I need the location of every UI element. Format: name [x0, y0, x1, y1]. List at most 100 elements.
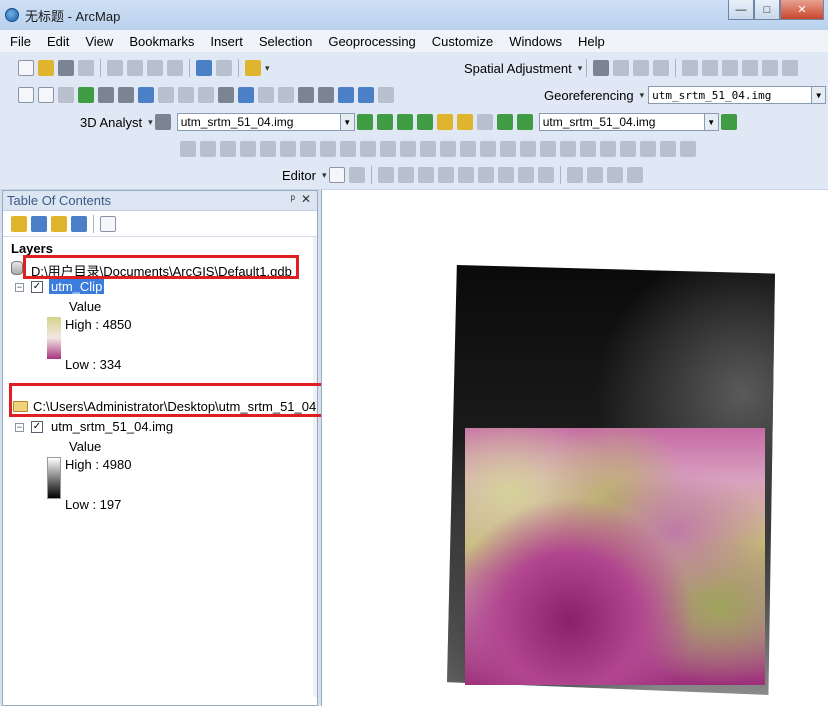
- forward-arrow-icon[interactable]: [158, 87, 174, 103]
- topology-icon[interactable]: [180, 141, 196, 157]
- print-icon[interactable]: [78, 60, 94, 76]
- modify-link-icon[interactable]: [633, 60, 650, 76]
- cut-icon[interactable]: [107, 60, 123, 76]
- chevron-down-icon[interactable]: ▾: [322, 170, 327, 181]
- menu-view[interactable]: View: [85, 34, 113, 49]
- create-features-icon[interactable]: [606, 167, 623, 183]
- redo-icon[interactable]: [216, 60, 232, 76]
- edge-match-icon[interactable]: [762, 60, 779, 76]
- validate-icon[interactable]: [300, 141, 316, 157]
- measure-icon[interactable]: [298, 87, 314, 103]
- reshape-feature-icon[interactable]: [477, 167, 494, 183]
- spatial-adjustment-menu[interactable]: Spatial Adjustment: [464, 61, 572, 76]
- error-inspector-icon[interactable]: [320, 141, 336, 157]
- smooth-icon[interactable]: [500, 141, 516, 157]
- trim-icon[interactable]: [560, 141, 576, 157]
- 3d-analyst-layer-select[interactable]: utm_srtm_51_04.img ▼: [176, 113, 355, 131]
- cut-polygons-icon[interactable]: [497, 167, 514, 183]
- arcglobe-icon[interactable]: [496, 114, 513, 130]
- new-document-icon[interactable]: [18, 60, 34, 76]
- select-elements-icon[interactable]: [218, 87, 234, 103]
- menu-help[interactable]: Help: [578, 34, 605, 49]
- end-point-arc-icon[interactable]: [397, 167, 414, 183]
- fix-icon[interactable]: [340, 141, 356, 157]
- copy-icon[interactable]: [127, 60, 143, 76]
- fixed-zoom-out-icon[interactable]: [118, 87, 134, 103]
- join-icon[interactable]: [640, 141, 656, 157]
- chevron-down-icon[interactable]: ▾: [578, 63, 583, 74]
- layers-root[interactable]: Layers: [11, 241, 53, 256]
- minimize-button[interactable]: —: [728, 0, 754, 20]
- steepest-path-icon[interactable]: [376, 114, 393, 130]
- paste-icon[interactable]: [147, 60, 163, 76]
- menu-bookmarks[interactable]: Bookmarks: [129, 34, 194, 49]
- list-by-drawing-order-icon[interactable]: [11, 215, 27, 232]
- close-button[interactable]: ✕: [780, 0, 824, 20]
- clear-limited-area-icon[interactable]: [722, 60, 739, 76]
- profile-graph-icon[interactable]: [476, 114, 493, 130]
- chevron-down-icon[interactable]: ▾: [640, 90, 645, 101]
- collapse-icon[interactable]: −: [15, 283, 24, 292]
- list-by-selection-icon[interactable]: [71, 215, 87, 232]
- menu-edit[interactable]: Edit: [47, 34, 69, 49]
- fillet-icon[interactable]: [580, 141, 596, 157]
- cogo-icon[interactable]: [380, 141, 396, 157]
- open-icon[interactable]: [38, 60, 54, 76]
- time-slider-icon[interactable]: [378, 87, 394, 103]
- edit-vertices-icon[interactable]: [457, 167, 474, 183]
- color-ramp[interactable]: [47, 457, 61, 499]
- overflow-icon[interactable]: [680, 141, 696, 157]
- layer-visibility-checkbox[interactable]: ✓: [31, 421, 43, 433]
- shared-features-icon[interactable]: [360, 141, 376, 157]
- proportion-icon[interactable]: [420, 141, 436, 157]
- densify-icon[interactable]: [520, 141, 536, 157]
- zoom-out-icon[interactable]: [38, 87, 54, 103]
- attribute-transfer-icon[interactable]: [782, 60, 799, 76]
- 3d-analyst-menu[interactable]: 3D Analyst: [80, 115, 142, 130]
- traverse-icon[interactable]: [400, 141, 416, 157]
- options-icon[interactable]: [100, 215, 116, 232]
- zoom-in-icon[interactable]: [18, 87, 34, 103]
- reshape-icon[interactable]: [240, 141, 256, 157]
- color-ramp[interactable]: [47, 317, 61, 359]
- editor-menu[interactable]: Editor: [282, 168, 316, 183]
- find-route-icon[interactable]: [338, 87, 354, 103]
- interpolate-line-icon[interactable]: [436, 114, 453, 130]
- undo-icon[interactable]: [196, 60, 212, 76]
- map-topology-icon[interactable]: [200, 141, 216, 157]
- back-arrow-icon[interactable]: [138, 87, 154, 103]
- save-icon[interactable]: [58, 60, 74, 76]
- go-to-xy-icon[interactable]: [358, 87, 374, 103]
- list-by-visibility-icon[interactable]: [51, 215, 67, 232]
- menu-windows[interactable]: Windows: [509, 34, 562, 49]
- clear-selection-icon[interactable]: [198, 87, 214, 103]
- chevron-down-icon[interactable]: ▾: [148, 117, 153, 128]
- attributes-icon[interactable]: [566, 167, 583, 183]
- find-icon[interactable]: [318, 87, 334, 103]
- extend-icon[interactable]: [540, 141, 556, 157]
- sketch-icon[interactable]: [660, 141, 676, 157]
- pin-icon[interactable]: ᵖ: [290, 192, 295, 206]
- layer-utm-srtm[interactable]: utm_srtm_51_04.img: [51, 419, 173, 434]
- view-link-table-icon[interactable]: [742, 60, 759, 76]
- contour-icon[interactable]: [356, 114, 373, 130]
- hammer-icon[interactable]: [154, 114, 171, 130]
- chevron-down-icon[interactable]: ▼: [703, 114, 718, 130]
- html-popup-icon[interactable]: [278, 87, 294, 103]
- menu-customize[interactable]: Customize: [432, 34, 493, 49]
- edit-vertices-icon[interactable]: [220, 141, 236, 157]
- new-limited-area-icon[interactable]: [702, 60, 719, 76]
- point-icon[interactable]: [437, 167, 454, 183]
- construct-icon[interactable]: [280, 141, 296, 157]
- interpolate-point-icon[interactable]: [416, 114, 433, 130]
- menu-file[interactable]: File: [10, 34, 31, 49]
- edit-tool-icon[interactable]: [328, 167, 345, 183]
- line-of-sight-icon[interactable]: [396, 114, 413, 130]
- maximize-button[interactable]: □: [754, 0, 780, 20]
- new-displacement-link-icon[interactable]: [613, 60, 630, 76]
- list-by-source-icon[interactable]: [31, 215, 47, 232]
- split-tool-icon[interactable]: [517, 167, 534, 183]
- snap-icon[interactable]: [460, 141, 476, 157]
- add-data-icon[interactable]: [245, 60, 261, 76]
- edit-annotation-icon[interactable]: [348, 167, 365, 183]
